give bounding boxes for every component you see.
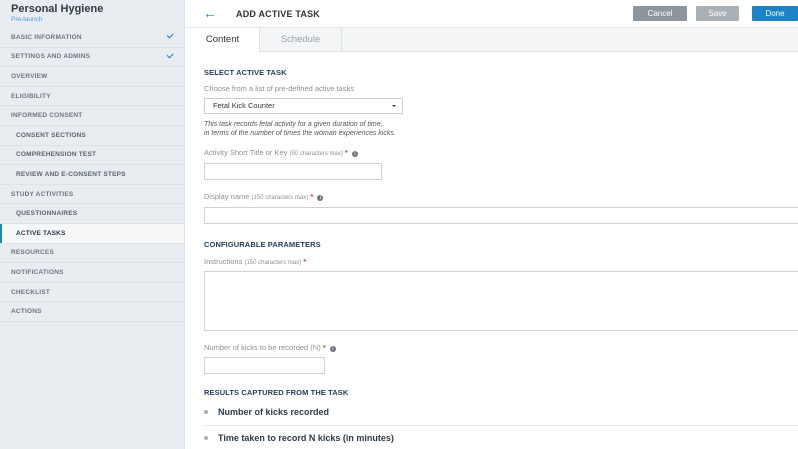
sidebar-item-label: ELIGIBILITY [11,92,51,100]
result-item: Time taken to record N kicks (in minutes… [204,433,394,443]
sidebar-item-label: ACTIONS [11,308,42,316]
sidebar-item-basic-information[interactable]: BASIC INFORMATION [0,28,184,48]
task-description: This task records fetal activity for a g… [204,120,396,138]
required-mark: * [310,192,314,201]
sidebar-item-label: REVIEW AND E-CONSENT STEPS [16,170,126,178]
sidebar-item-label: QUESTIONNAIRES [16,210,78,218]
sidebar-item-label: RESOURCES [11,249,54,257]
result-item: Number of kicks recorded [204,407,329,417]
task-type-value: Fetal Kick Counter [213,101,275,110]
sidebar-item-label: INFORMED CONSENT [11,112,83,120]
page-title: ADD ACTIVE TASK [236,9,320,19]
sidebar-item-label: OVERVIEW [11,72,48,80]
sidebar: Personal Hygiene Pre-launch BASIC INFORM… [0,0,185,449]
select-task-section-title: SELECT ACTIVE TASK [204,68,287,77]
required-mark: * [344,148,348,157]
instructions-char-hint: (150 characters max) [244,260,302,266]
results-section-title: RESULTS CAPTURED FROM THE TASK [204,388,349,397]
short-title-label-text: Activity Short Title or Key [204,148,288,157]
configurable-parameters-title: CONFIGURABLE PARAMETERS [204,240,321,249]
short-title-char-hint: (50 characters max) [289,151,343,157]
cancel-button[interactable]: Cancel [633,6,687,21]
tab-content[interactable]: Content [186,28,260,53]
sidebar-item-label: COMPREHENSION TEST [16,151,97,159]
sidebar-item-settings-and-admins[interactable]: SETTINGS AND ADMINS [0,48,184,68]
sidebar-item-actions[interactable]: ACTIONS [0,302,184,322]
main-content: SELECT ACTIVE TASK Choose from a list of… [186,53,798,449]
sidebar-item-consent-sections[interactable]: CONSENT SECTIONS [0,126,184,146]
task-description-line: in terms of the number of times the woma… [204,130,396,137]
sidebar-item-study-activities[interactable]: STUDY ACTIVITIES [0,185,184,205]
kicks-label-text: Number of kicks to be recorded (N) [204,343,321,352]
study-title: Personal Hygiene [11,3,104,15]
sidebar-item-checklist[interactable]: CHECKLIST [0,283,184,303]
sidebar-item-overview[interactable]: OVERVIEW [0,67,184,87]
required-mark: * [322,343,326,352]
display-name-input[interactable] [204,207,798,224]
display-name-label-text: Display name [204,192,250,201]
sidebar-item-notifications[interactable]: NOTIFICATIONS [0,263,184,283]
required-mark: * [303,257,307,266]
sidebar-item-label: CONSENT SECTIONS [16,131,87,139]
top-bar: ← ADD ACTIVE TASK Cancel Save Done [186,0,798,28]
info-icon[interactable]: i [329,346,336,352]
instructions-label: Instructions (150 characters max) * [204,257,306,266]
short-title-input[interactable] [204,163,382,180]
task-type-select[interactable]: Fetal Kick Counter [204,98,403,114]
sidebar-item-label: STUDY ACTIVITIES [11,190,74,198]
short-title-label: Activity Short Title or Key (50 characte… [204,148,358,157]
kicks-count-input[interactable] [204,357,325,374]
checkmark-icon [166,50,174,58]
sidebar-item-label: BASIC INFORMATION [11,33,82,41]
sidebar-item-review-and-e-consent-steps[interactable]: REVIEW AND E-CONSENT STEPS [0,165,184,185]
back-arrow-icon[interactable]: ← [203,5,217,21]
info-icon[interactable]: i [317,195,324,201]
display-name-label: Display name (150 characters max) * i [204,192,324,201]
study-status: Pre-launch [11,16,43,23]
result-item-label: Time taken to record N kicks (in minutes… [218,433,394,443]
result-item-label: Number of kicks recorded [218,407,330,417]
instructions-textarea[interactable] [204,271,798,331]
chevron-down-icon [392,105,396,107]
checkmark-icon [166,31,174,39]
sidebar-item-resources[interactable]: RESOURCES [0,244,184,264]
instructions-label-text: Instructions [204,257,243,266]
tab-schedule[interactable]: Schedule [260,28,342,52]
save-button[interactable]: Save [696,6,739,21]
sidebar-item-eligibility[interactable]: ELIGIBILITY [0,87,184,107]
sidebar-item-active-tasks[interactable]: ACTIVE TASKS [0,223,184,244]
done-button[interactable]: Done [752,6,798,21]
sidebar-item-comprehension-test[interactable]: COMPREHENSION TEST [0,146,184,166]
tab-bar: Content Schedule [186,28,798,53]
task-description-line: This task records fetal activity for a g… [204,121,383,128]
sidebar-item-questionnaires[interactable]: QUESTIONNAIRES [0,204,184,224]
display-name-char-hint: (150 characters max) [251,195,309,201]
kicks-label: Number of kicks to be recorded (N) * i [204,343,336,352]
sidebar-item-label: NOTIFICATIONS [11,268,64,276]
sidebar-item-informed-consent[interactable]: INFORMED CONSENT [0,106,184,126]
info-icon[interactable]: i [351,151,358,157]
sidebar-item-label: ACTIVE TASKS [16,229,66,237]
sidebar-item-label: SETTINGS AND ADMINS [11,53,91,61]
study-header: Personal Hygiene Pre-launch [0,0,184,28]
bullet-icon [204,410,208,414]
sidebar-item-label: CHECKLIST [11,288,50,296]
select-task-hint: Choose from a list of pre-defined active… [204,84,355,93]
divider [204,425,798,426]
bullet-icon [204,436,208,440]
